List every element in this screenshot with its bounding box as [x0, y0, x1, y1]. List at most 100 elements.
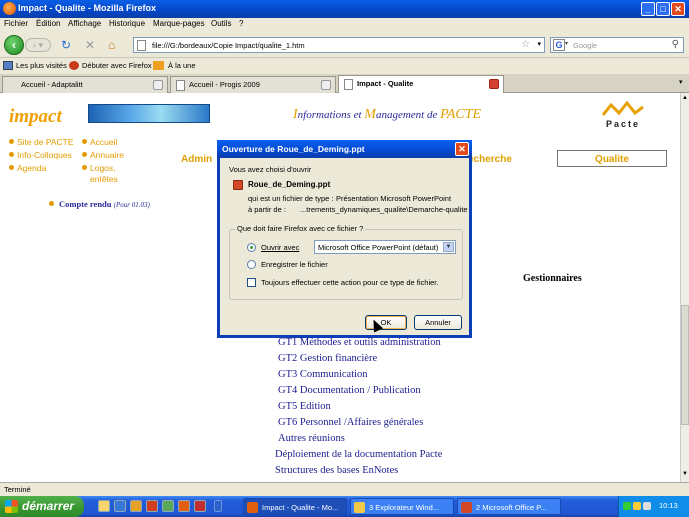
- link-structures[interactable]: Structures des bases EnNotes: [275, 465, 398, 476]
- nav-logos-entetes[interactable]: entêtes: [90, 174, 118, 184]
- dialog-close-button[interactable]: ✕: [455, 142, 469, 156]
- task-explorer[interactable]: 3 Explorateur Wind...: [350, 498, 454, 515]
- nav-admin[interactable]: Admin: [181, 154, 212, 165]
- menu-historique[interactable]: Historique: [109, 19, 145, 28]
- nav-annuaire[interactable]: Annuaire: [82, 150, 124, 160]
- task-powerpoint[interactable]: 2 Microsoft Office P...: [457, 498, 561, 515]
- home-icon[interactable]: ⌂: [108, 38, 115, 52]
- firefox-icon: [3, 2, 16, 15]
- taskbar: démarrer Impact - Qualite - Mo... 3 Expl…: [0, 496, 689, 517]
- stop-icon[interactable]: ✕: [85, 38, 95, 52]
- tab-close-icon[interactable]: [489, 79, 499, 89]
- search-icon[interactable]: ⚲: [672, 39, 679, 50]
- nav-logos[interactable]: Logos,: [82, 163, 116, 173]
- bookmark-a-la-une[interactable]: À la une: [168, 61, 196, 70]
- tab-adaptalitt[interactable]: Accueil - Adaptalitt: [2, 76, 168, 93]
- impact-logo[interactable]: impact: [9, 106, 62, 128]
- action-group: Que doit faire Firefox avec ce fichier ?…: [229, 224, 463, 300]
- compte-rendu-link[interactable]: Compte rendu (Pour 01.03): [49, 199, 150, 209]
- dialog-titlebar: Ouverture de Roue_de_Deming.ppt ✕: [217, 140, 472, 158]
- link-gt6[interactable]: GT6 Personnel /Affaires générales: [278, 417, 423, 428]
- open-with-label[interactable]: Ouvrir avec: [261, 243, 299, 252]
- bookmark-debuter[interactable]: Débuter avec Firefox: [82, 61, 152, 70]
- quicklaunch-excel-icon[interactable]: [162, 500, 174, 512]
- reload-icon[interactable]: ↻: [61, 38, 71, 52]
- maximize-button[interactable]: □: [656, 2, 670, 16]
- nav-agenda[interactable]: Agenda: [9, 163, 46, 173]
- pacte-logo[interactable]: Pacte: [597, 99, 649, 133]
- always-checkbox[interactable]: [247, 278, 256, 287]
- always-label[interactable]: Toujours effectuer cette action pour ce …: [261, 278, 438, 287]
- menu-outils[interactable]: Outils: [211, 19, 231, 28]
- back-button[interactable]: ‹: [4, 35, 24, 55]
- forward-button[interactable]: › ▾: [25, 38, 51, 52]
- quicklaunch-firefox-icon[interactable]: [178, 500, 190, 512]
- link-autres-reunions[interactable]: Autres réunions: [278, 433, 345, 444]
- menu-affichage[interactable]: Affichage: [68, 19, 101, 28]
- chevron-down-icon[interactable]: ▼: [443, 242, 454, 252]
- link-gt3[interactable]: GT3 Communication: [278, 369, 368, 380]
- link-gt5[interactable]: GT5 Edition: [278, 401, 331, 412]
- save-file-label[interactable]: Enregistrer le fichier: [261, 260, 328, 269]
- address-bar[interactable]: file:///G:/bordeaux/Copie Impact/qualite…: [133, 37, 545, 53]
- save-file-radio[interactable]: [247, 260, 256, 269]
- link-gt2[interactable]: GT2 Gestion financière: [278, 353, 377, 364]
- bookmark-star-icon[interactable]: ☆: [521, 39, 530, 50]
- dialog-intro: Vous avez choisi d'ouvrir: [229, 165, 312, 174]
- dropdown-arrow-icon[interactable]: ▾: [537, 40, 541, 48]
- file-source-label: à partir de :: [248, 205, 286, 214]
- link-deploiement[interactable]: Déploiement de la documentation Pacte: [275, 449, 442, 460]
- quicklaunch-pdf-icon[interactable]: [194, 500, 206, 512]
- scroll-thumb[interactable]: [681, 305, 689, 425]
- nav-info-colloques[interactable]: Info-Colloques: [9, 150, 72, 160]
- search-placeholder: Google: [573, 41, 598, 50]
- quicklaunch-folder-icon[interactable]: [98, 500, 110, 512]
- quicklaunch-media-icon[interactable]: [146, 500, 158, 512]
- nav-recherche[interactable]: echerche: [468, 154, 512, 165]
- scroll-up-icon[interactable]: ▲: [682, 95, 688, 101]
- menu-help[interactable]: ?: [239, 19, 243, 28]
- window-title: Impact - Qualite - Mozilla Firefox: [18, 3, 157, 13]
- tray-security-icon[interactable]: [633, 502, 641, 510]
- nav-qualite[interactable]: Qualite: [557, 150, 667, 167]
- quicklaunch-app-icon[interactable]: [130, 500, 142, 512]
- bookmark-plus-visites[interactable]: Les plus visités: [16, 61, 67, 70]
- link-gt1[interactable]: GT1 Méthodes et outils administration: [278, 337, 441, 348]
- menu-marque-pages[interactable]: Marque-pages: [153, 19, 205, 28]
- minimize-button[interactable]: _: [641, 2, 655, 16]
- tab-list-arrow-icon[interactable]: ▾: [679, 78, 683, 86]
- search-box[interactable]: G ▾ Google ⚲: [550, 37, 684, 53]
- scroll-down-icon[interactable]: ▼: [682, 471, 688, 477]
- vertical-scrollbar[interactable]: ▲ ▼: [680, 93, 689, 482]
- tray-volume-icon[interactable]: [643, 502, 651, 510]
- google-icon[interactable]: G: [553, 39, 565, 51]
- close-window-button[interactable]: ✕: [671, 2, 685, 16]
- application-select[interactable]: Microsoft Office PowerPoint (défaut) ▼: [314, 240, 456, 254]
- bookmark-icon: [3, 61, 13, 70]
- nav-accueil[interactable]: Accueil: [82, 137, 117, 147]
- menu-edition[interactable]: Édition: [36, 19, 60, 28]
- task-firefox[interactable]: Impact - Qualite - Mo...: [243, 498, 347, 515]
- banner-image: [88, 104, 210, 123]
- open-with-radio[interactable]: [247, 243, 256, 252]
- status-bar: Terminé: [0, 482, 689, 496]
- tab-progis[interactable]: Accueil - Progis 2009: [170, 76, 336, 93]
- tab-close-icon[interactable]: [321, 80, 331, 90]
- quicklaunch-ie-icon[interactable]: [114, 500, 126, 512]
- page-icon: [176, 80, 185, 91]
- quicklaunch-more-icon[interactable]: [214, 500, 222, 512]
- link-gt4[interactable]: GT4 Documentation / Publication: [278, 385, 421, 396]
- rss-icon: [153, 61, 164, 70]
- tab-close-icon[interactable]: [153, 80, 163, 90]
- menu-bar: Fichier Édition Affichage Historique Mar…: [0, 18, 689, 32]
- nav-site-de-pacte[interactable]: Site de PACTE: [9, 137, 74, 147]
- cancel-button[interactable]: Annuler: [414, 315, 462, 330]
- search-engine-arrow-icon[interactable]: ▾: [565, 40, 568, 47]
- firefox-bookmark-icon: [69, 61, 79, 70]
- clock[interactable]: 10:13: [659, 501, 678, 510]
- file-type-label: qui est un fichier de type :: [248, 194, 334, 203]
- tab-impact-qualite[interactable]: Impact - Qualite: [338, 75, 504, 93]
- tray-network-icon[interactable]: [623, 502, 631, 510]
- menu-fichier[interactable]: Fichier: [4, 19, 28, 28]
- start-button[interactable]: démarrer: [0, 496, 84, 517]
